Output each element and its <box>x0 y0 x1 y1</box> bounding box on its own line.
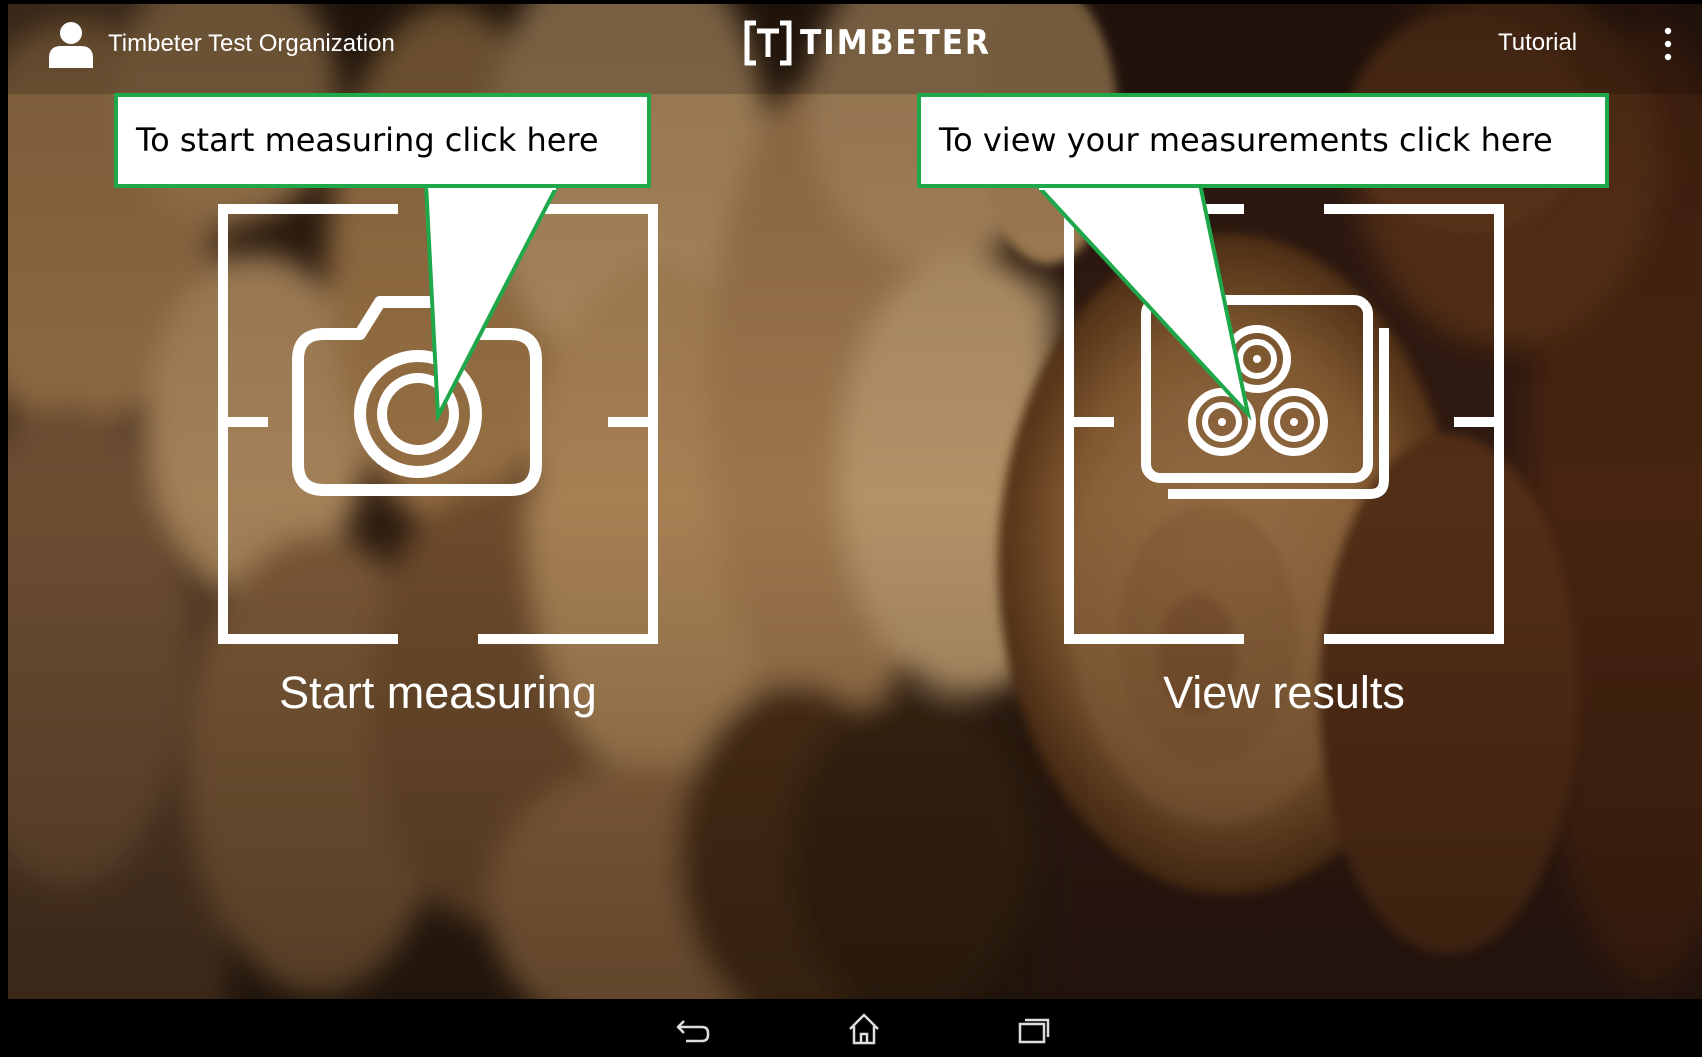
start-measuring-tile[interactable]: Start measuring <box>158 204 718 724</box>
user-account-icon[interactable] <box>48 20 94 68</box>
callout-view-results: To view your measurements click here <box>917 93 1609 188</box>
timbeter-logo: TIMBETER <box>744 18 1007 68</box>
tutorial-button[interactable]: Tutorial <box>1498 26 1577 60</box>
callout-start-measuring: To start measuring click here <box>114 93 651 188</box>
overflow-menu-icon[interactable] <box>1658 26 1678 62</box>
top-bar: Timbeter Test Organization TIMBETER Tuto… <box>8 4 1702 84</box>
system-navigation-bar <box>8 999 1702 1057</box>
tablet-screen: Timbeter Test Organization TIMBETER Tuto… <box>8 4 1702 1057</box>
start-measuring-label[interactable]: Start measuring <box>158 666 718 720</box>
logo-wordmark: TIMBETER <box>800 23 991 63</box>
organization-name[interactable]: Timbeter Test Organization <box>108 28 395 60</box>
home-screen: Timbeter Test Organization TIMBETER Tuto… <box>8 4 1702 999</box>
recent-apps-icon[interactable] <box>1012 1009 1056 1049</box>
view-results-label[interactable]: View results <box>1004 666 1564 720</box>
callout-start-text: To start measuring click here <box>136 121 599 159</box>
viewfinder-frame <box>218 204 658 644</box>
camera-icon <box>292 296 542 496</box>
log-stack-photo-icon <box>1141 295 1389 499</box>
callout-results-text: To view your measurements click here <box>939 121 1553 159</box>
back-icon[interactable] <box>672 1009 716 1049</box>
view-results-tile[interactable]: View results <box>1004 204 1564 724</box>
viewfinder-frame <box>1064 204 1504 644</box>
logo-bracket-t-icon <box>744 20 792 66</box>
home-icon[interactable] <box>842 1009 886 1049</box>
